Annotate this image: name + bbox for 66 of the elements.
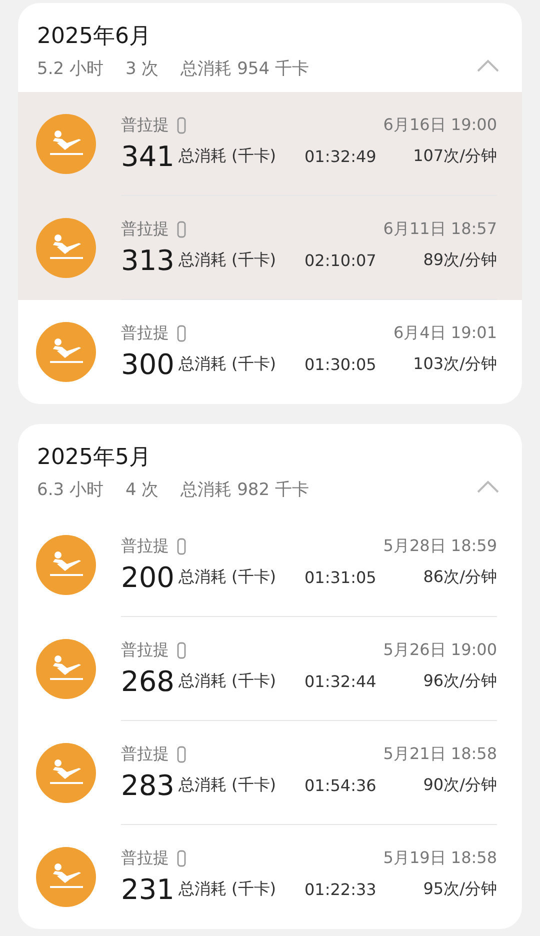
workout-rate: 103次/分钟: [413, 354, 497, 375]
workout-duration: 01:22:33: [304, 880, 376, 899]
pilates-icon: [36, 639, 96, 699]
workout-rate: 89次/分钟: [423, 250, 497, 270]
pilates-icon: [36, 322, 96, 382]
workout-time: 6月16日 19:00: [383, 114, 497, 136]
calories-value: 200: [121, 560, 174, 594]
pilates-icon: [36, 535, 96, 595]
calories-value: 341: [121, 140, 174, 172]
workout-time: 5月21日 18:58: [383, 744, 497, 764]
workout-name: 普拉提: [121, 848, 169, 869]
workout-rate: 86次/分钟: [423, 566, 497, 588]
month-title: 2025年6月: [37, 23, 152, 51]
workout-time: 5月19日 18:58: [383, 848, 497, 869]
watch-icon: [177, 850, 186, 867]
workout-duration: 02:10:07: [304, 250, 376, 270]
calories-label: 总消耗 (千卡): [178, 146, 278, 166]
watch-icon: [177, 642, 186, 658]
calories-label: 总消耗 (千卡): [178, 566, 278, 588]
month-stat: 5.2 小时: [37, 58, 104, 80]
workout-duration: 01:54:36: [304, 776, 376, 794]
workout-name: 普拉提: [121, 640, 169, 660]
collapse-icon[interactable]: [476, 480, 500, 494]
month-stat: 4 次: [125, 479, 159, 501]
workout-duration: 01:32:44: [304, 672, 376, 690]
workout-name: 普拉提: [121, 744, 169, 764]
calories-value: 313: [121, 244, 174, 276]
pilates-icon: [36, 847, 96, 907]
workout-name: 普拉提: [121, 218, 169, 240]
workout-time: 5月26日 19:00: [383, 640, 497, 660]
calories-value: 231: [121, 873, 174, 906]
month-stat: 6.3 小时: [37, 479, 104, 501]
watch-icon: [177, 116, 186, 134]
workout-name: 普拉提: [121, 114, 169, 136]
workout-rate: 90次/分钟: [423, 774, 497, 796]
month-stat: 总消耗 982 千卡: [180, 479, 309, 501]
collapse-icon[interactable]: [476, 59, 500, 73]
workout-rate: 107次/分钟: [413, 146, 497, 166]
workout-name: 普拉提: [121, 536, 169, 556]
watch-icon: [177, 325, 186, 342]
workout-duration: 01:30:05: [304, 355, 376, 374]
watch-icon: [177, 746, 186, 762]
calories-label: 总消耗 (千卡): [178, 774, 278, 796]
workout-time: 6月11日 18:57: [383, 218, 497, 240]
workout-time: 6月4日 19:01: [393, 323, 497, 344]
month-stat: 总消耗 954 千卡: [180, 58, 309, 80]
watch-icon: [177, 220, 186, 238]
month-title: 2025年5月: [37, 444, 152, 472]
calories-value: 268: [121, 664, 174, 698]
calories-label: 总消耗 (千卡): [178, 879, 278, 900]
workout-time: 5月28日 18:59: [383, 536, 497, 556]
workout-rate: 95次/分钟: [423, 879, 497, 900]
workout-name: 普拉提: [121, 323, 169, 344]
workout-duration: 01:31:05: [304, 568, 376, 586]
calories-label: 总消耗 (千卡): [178, 354, 278, 375]
calories-value: 283: [121, 768, 174, 802]
pilates-icon: [36, 218, 96, 278]
workout-rate: 96次/分钟: [423, 670, 497, 692]
month-stat: 3 次: [125, 58, 159, 80]
calories-value: 300: [121, 348, 174, 381]
pilates-icon: [36, 114, 96, 174]
pilates-icon: [36, 743, 96, 803]
calories-label: 总消耗 (千卡): [178, 670, 278, 692]
calories-label: 总消耗 (千卡): [178, 250, 278, 270]
watch-icon: [177, 538, 186, 554]
workout-duration: 01:32:49: [304, 146, 376, 166]
